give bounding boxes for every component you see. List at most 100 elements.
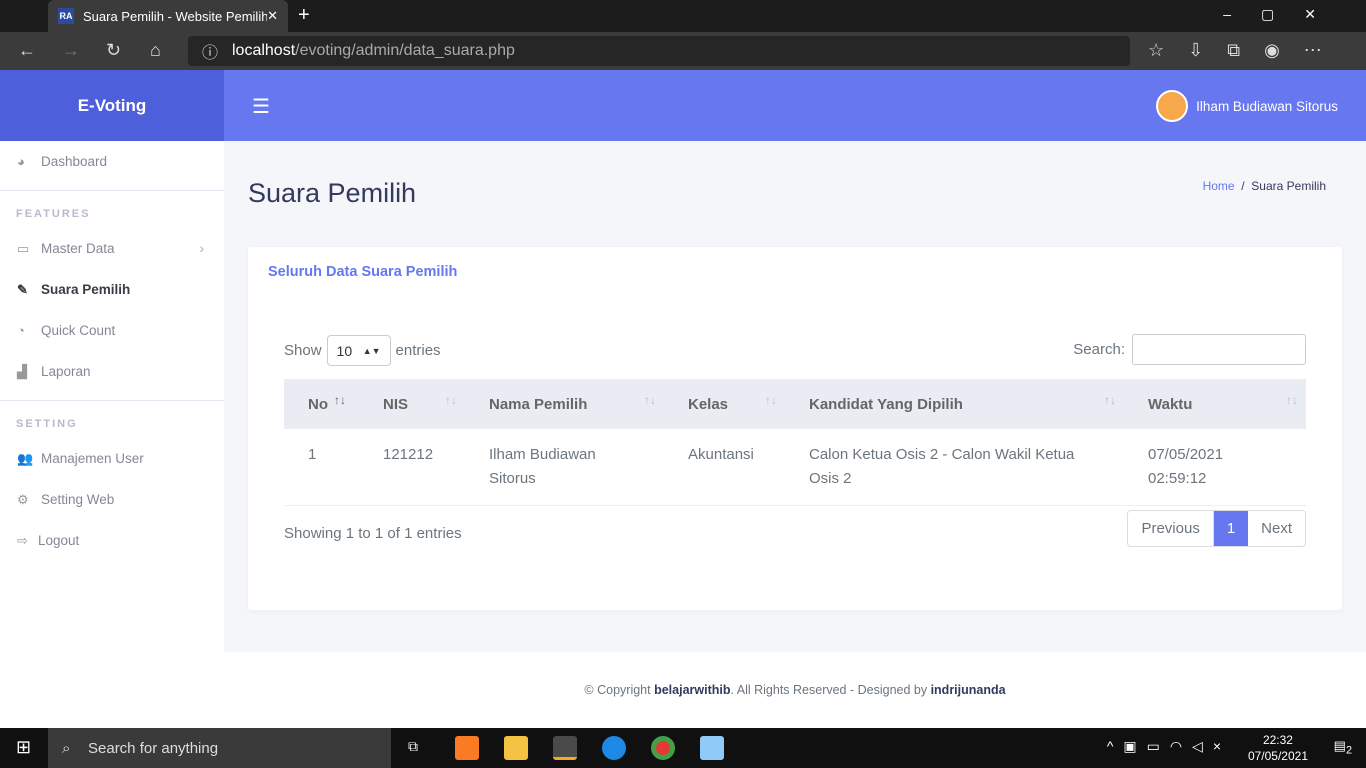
area-chart-icon: ▟ [17, 363, 27, 379]
home-icon[interactable]: ⌂ [150, 40, 161, 61]
sign-out-icon: ⇨ [17, 532, 28, 548]
xampp-icon[interactable] [455, 736, 479, 760]
window-controls[interactable]: –▢✕ [1223, 6, 1346, 23]
breadcrumb-separator: / [1241, 179, 1245, 193]
user-menu[interactable]: Ilham Budiawan Sitorus [1156, 90, 1338, 122]
breadcrumb-current: Suara Pemilih [1251, 179, 1326, 193]
previous-button[interactable]: Previous [1128, 511, 1214, 546]
breadcrumb-home[interactable]: Home [1203, 179, 1235, 193]
forward-icon[interactable]: → [62, 40, 80, 61]
new-tab-icon[interactable]: + [298, 4, 310, 27]
app-icon[interactable] [700, 736, 724, 760]
column-header-kelas[interactable]: Kelas ↑↓ [664, 379, 785, 429]
page-title: Suara Pemilih [248, 178, 417, 208]
column-header-no[interactable]: No ↑↓ [284, 379, 359, 429]
user-name: Ilham Budiawan Sitorus [1196, 98, 1338, 114]
next-button[interactable]: Next [1248, 511, 1305, 546]
footer-text: © Copyright [584, 683, 655, 697]
column-header-kandidat[interactable]: Kandidat Yang Dipilih ↑↓ [785, 379, 1124, 429]
chevron-right-icon: › [199, 241, 205, 256]
sidebar-item-manajemen-user[interactable]: 👥 Manajemen User [0, 438, 224, 479]
notifications-icon[interactable]: ▤2 [1334, 738, 1352, 757]
footer-site-link[interactable]: belajarwithib [654, 683, 730, 697]
show-label: Show [284, 342, 322, 359]
card-title: Seluruh Data Suara Pemilih [268, 264, 458, 280]
search-icon: ⌕ [62, 739, 71, 757]
sidebar-item-label: Dashboard [41, 154, 108, 169]
page-1-button[interactable]: 1 [1213, 511, 1249, 546]
table-info: Showing 1 to 1 of 1 entries [284, 525, 462, 542]
sidebar-item-quick-count[interactable]: ◔ Quick Count [0, 310, 224, 351]
url-field[interactable]: ⓘ localhost/evoting/admin/data_suara.php [188, 36, 1130, 66]
sidebar-item-laporan[interactable]: ▟ Laporan [0, 351, 224, 392]
table-search: Search: [1073, 334, 1306, 365]
file-explorer-icon[interactable] [504, 736, 528, 760]
cogs-icon: ⚙ [17, 491, 29, 507]
column-label: Nama Pemilih [489, 395, 588, 413]
system-tray-icons[interactable]: ^▣▭◠◁× [1107, 738, 1231, 755]
sidebar-item-label: Quick Count [41, 323, 116, 338]
sublime-text-icon[interactable] [553, 736, 577, 760]
windows-start-icon[interactable]: ⊞ [16, 737, 31, 758]
topbar: ☰ Ilham Budiawan Sitorus [224, 70, 1366, 141]
refresh-icon[interactable]: ↻ [106, 40, 121, 61]
address-bar-row: ← → ↻ ⌂ ⓘ localhost/evoting/admin/data_s… [0, 32, 1366, 70]
info-icon: ⓘ [202, 45, 219, 62]
browser-tabbar: RA Suara Pemilih - Website Pemilihan ✕ +… [0, 0, 1366, 32]
tab-title: Suara Pemilih - Website Pemilihan [83, 8, 268, 24]
footer-designer-link[interactable]: indrijunanda [931, 683, 1006, 697]
chrome-icon[interactable] [651, 736, 675, 760]
close-tab-icon[interactable]: ✕ [267, 8, 278, 24]
sidebar-item-dashboard[interactable]: ◕ Dashboard [0, 141, 224, 182]
sidebar-item-label: Manajemen User [41, 451, 144, 466]
search-label: Search: [1073, 341, 1125, 358]
sort-icon: ↑↓ [1104, 393, 1116, 407]
users-icon: 👥 [17, 450, 34, 466]
pie-chart-icon: ◔ [17, 323, 25, 338]
entries-value: 10 [336, 342, 353, 359]
entries-label: entries [395, 342, 441, 359]
section-header-features: FEATURES [16, 208, 91, 220]
tachometer-icon: ◕ [17, 154, 25, 169]
task-view-icon[interactable]: ⧉ [408, 738, 418, 755]
sidebar-item-master-data[interactable]: ▭ Master Data › [0, 228, 224, 269]
entries-select[interactable]: 10 ▲▼ [326, 335, 391, 366]
cell-waktu: 07/05/2021 02:59:12 [1124, 429, 1306, 506]
section-header-setting: SETTING [16, 418, 78, 430]
sort-icon: ↑↓ [1286, 393, 1298, 407]
search-placeholder: Search for anything [88, 739, 219, 757]
sidebar-item-label: Logout [38, 533, 80, 548]
date: 07/05/2021 [1247, 749, 1308, 763]
back-icon[interactable]: ← [18, 40, 36, 61]
search-input[interactable] [1132, 334, 1306, 365]
browser-toolbar-icons[interactable]: ☆⇩⧉◉⋯ [1148, 40, 1346, 61]
sidebar-item-label: Master Data [41, 241, 115, 256]
sort-icon: ↑↓ [445, 393, 457, 407]
pagination: Previous 1 Next [1127, 510, 1306, 547]
sidebar-item-setting-web[interactable]: ⚙ Setting Web [0, 479, 224, 520]
data-table: No ↑↓ NIS ↑↓ Nama Pemilih ↑↓ Kelas ↑↓ Kandid… [284, 379, 1306, 506]
favicon: RA [58, 8, 74, 24]
cell-kelas: Akuntansi [664, 429, 785, 506]
column-header-nis[interactable]: NIS ↑↓ [359, 379, 465, 429]
sidebar-item-logout[interactable]: ⇨ Logout [0, 520, 224, 561]
cell-nis: 121212 [359, 429, 465, 506]
browser-tab[interactable]: RA Suara Pemilih - Website Pemilihan ✕ [48, 0, 288, 32]
edge-icon[interactable] [602, 736, 626, 760]
column-header-nama[interactable]: Nama Pemilih ↑↓ [465, 379, 664, 429]
sort-asc-icon: ↑↓ [334, 393, 346, 407]
clock[interactable]: 22:32 07/05/2021 [1248, 732, 1308, 764]
entries-length: Show 10 ▲▼ entries [284, 335, 441, 366]
avatar [1156, 90, 1189, 122]
cell-no: 1 [284, 429, 359, 506]
column-label: NIS [383, 395, 409, 413]
footer: © Copyright belajarwithib. All Rights Re… [224, 652, 1366, 728]
taskbar-search[interactable]: ⌕ Search for anything [48, 728, 391, 768]
select-arrows-icon: ▲▼ [362, 345, 381, 356]
column-label: Kelas [688, 395, 729, 413]
menu-toggle-icon[interactable]: ☰ [252, 94, 270, 119]
brand[interactable]: E-Voting [0, 70, 224, 141]
sidebar-item-suara-pemilih[interactable]: ✎ Suara Pemilih [0, 269, 224, 310]
sidebar-item-label: Setting Web [41, 492, 115, 507]
column-header-waktu[interactable]: Waktu ↑↓ [1124, 379, 1306, 429]
